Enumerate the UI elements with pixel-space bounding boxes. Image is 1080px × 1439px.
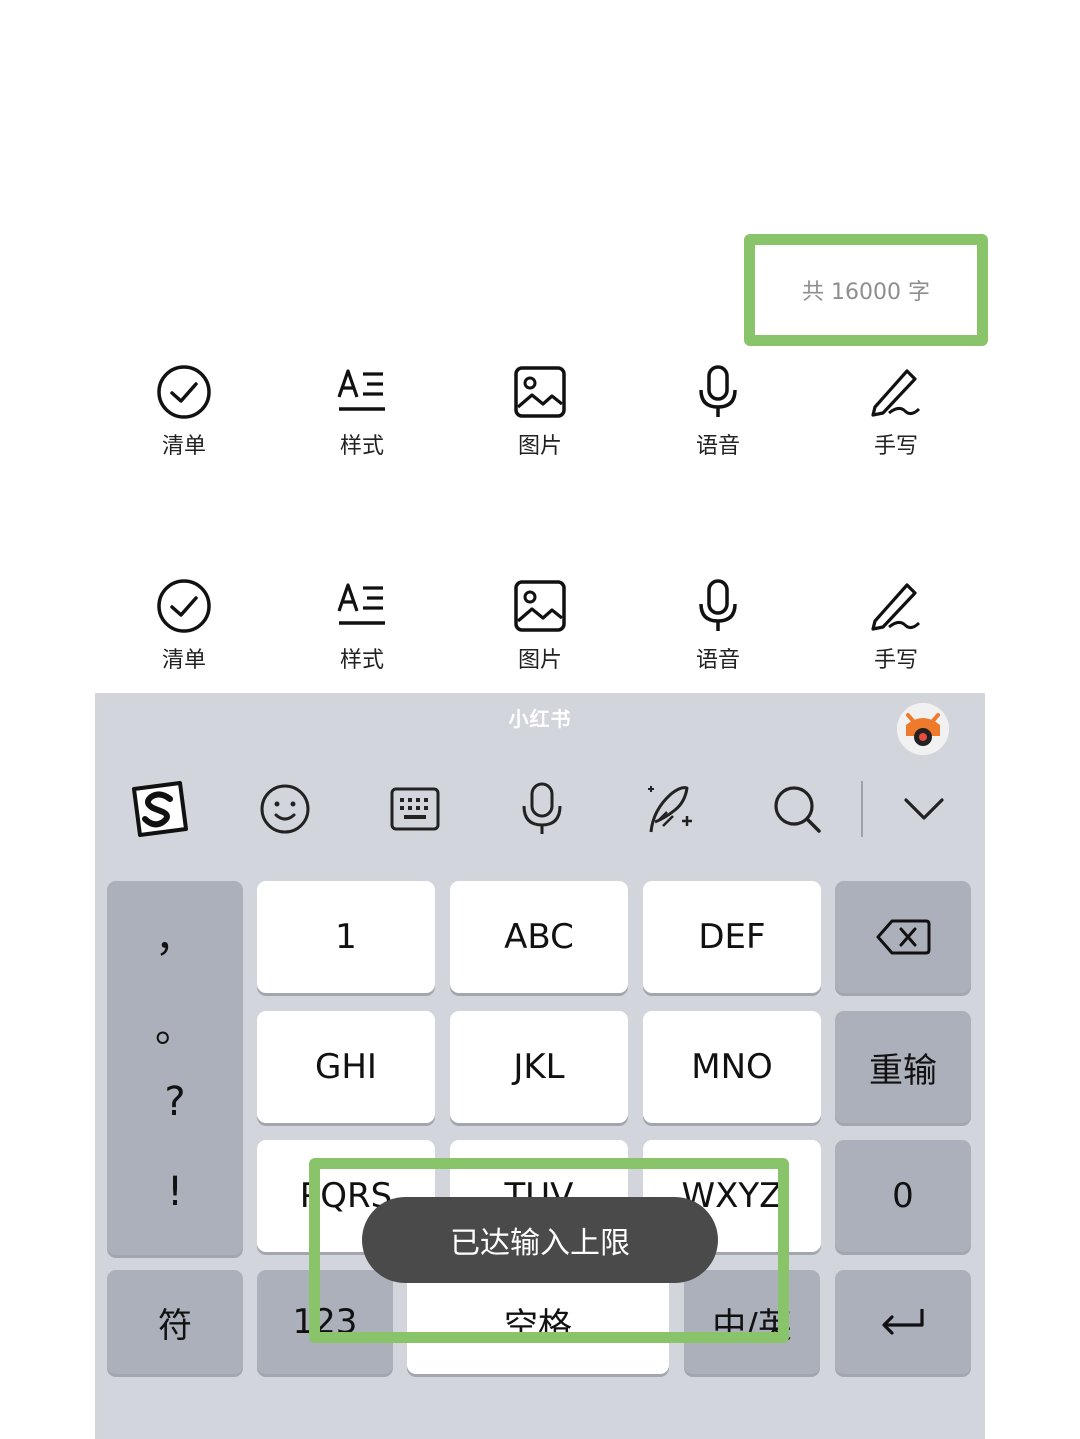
- toolbar-label: 样式: [339, 648, 384, 673]
- microphone-icon: [688, 362, 748, 422]
- toolbar-style-button[interactable]: 样式: [273, 362, 451, 472]
- ime-avatar-icon[interactable]: [897, 703, 949, 755]
- punct-question-key[interactable]: ?: [107, 1079, 243, 1125]
- toolbar-handwriting-button[interactable]: 手写: [807, 362, 985, 472]
- keyboard-icon[interactable]: [375, 773, 455, 845]
- key-0[interactable]: 0: [835, 1140, 971, 1252]
- backspace-icon: [876, 919, 931, 955]
- symbols-key[interactable]: 符: [107, 1270, 243, 1374]
- emoji-icon[interactable]: [245, 773, 325, 845]
- text-style-icon: [332, 362, 392, 422]
- key-1[interactable]: 1: [257, 881, 435, 993]
- chevron-down-icon[interactable]: [884, 773, 964, 845]
- space-key[interactable]: 空格: [407, 1270, 669, 1374]
- note-toolbar: 清单 样式 图片 语音 手写: [95, 362, 985, 472]
- sogou-logo-icon[interactable]: [119, 773, 199, 845]
- toolbar-checklist-button[interactable]: 清单: [95, 576, 273, 686]
- toolbar-image-button[interactable]: 图片: [451, 576, 629, 686]
- punct-comma-key[interactable]: ，: [107, 905, 243, 963]
- backspace-key[interactable]: [835, 881, 971, 993]
- handwriting-icon[interactable]: [630, 773, 710, 845]
- punct-period-key[interactable]: 。: [107, 995, 243, 1053]
- microphone-icon[interactable]: [502, 773, 582, 845]
- toolbar-label: 语音: [695, 434, 740, 459]
- search-icon[interactable]: [757, 773, 837, 845]
- toolbar-label: 图片: [517, 434, 562, 459]
- toolbar-voice-button[interactable]: 语音: [629, 576, 807, 686]
- key-abc[interactable]: ABC: [450, 881, 628, 993]
- input-limit-toast: 已达输入上限: [362, 1197, 718, 1283]
- image-icon: [510, 576, 570, 636]
- key-ghi[interactable]: GHI: [257, 1011, 435, 1123]
- image-icon: [510, 362, 570, 422]
- lang-switch-key[interactable]: 中/英: [684, 1270, 820, 1374]
- toast-message: 已达输入上限: [450, 1226, 630, 1261]
- toolbar-style-button[interactable]: 样式: [273, 576, 451, 686]
- punct-exclaim-key[interactable]: !: [107, 1169, 243, 1215]
- ime-toolbar: [95, 773, 985, 845]
- char-count-highlight: 共 16000 字: [744, 234, 988, 346]
- handwriting-icon: [866, 362, 926, 422]
- microphone-icon: [688, 576, 748, 636]
- toolbar-label: 手写: [873, 648, 918, 673]
- toolbar-handwriting-button[interactable]: 手写: [807, 576, 985, 686]
- toolbar-divider: [861, 781, 863, 837]
- note-toolbar: 清单 样式 图片 语音 手写: [95, 576, 985, 686]
- toolbar-label: 样式: [339, 434, 384, 459]
- watermark-brand: 小红书: [508, 707, 572, 731]
- toolbar-label: 图片: [517, 648, 562, 673]
- checklist-icon: [154, 362, 214, 422]
- key-def[interactable]: DEF: [643, 881, 821, 993]
- enter-icon: [882, 1309, 924, 1335]
- toolbar-label: 清单: [161, 648, 206, 673]
- char-count-label: 共 16000 字: [802, 280, 930, 305]
- toolbar-label: 语音: [695, 648, 740, 673]
- toolbar-image-button[interactable]: 图片: [451, 362, 629, 472]
- handwriting-icon: [866, 576, 926, 636]
- toolbar-checklist-button[interactable]: 清单: [95, 362, 273, 472]
- toolbar-voice-button[interactable]: 语音: [629, 362, 807, 472]
- checklist-icon: [154, 576, 214, 636]
- key-mno[interactable]: MNO: [643, 1011, 821, 1123]
- numbers-key[interactable]: 123: [257, 1270, 393, 1374]
- toolbar-label: 手写: [873, 434, 918, 459]
- reinput-key[interactable]: 重输: [835, 1011, 971, 1123]
- toolbar-label: 清单: [161, 434, 206, 459]
- punctuation-column: ， 。 ? !: [107, 881, 243, 1255]
- enter-key[interactable]: [835, 1270, 971, 1374]
- key-jkl[interactable]: JKL: [450, 1011, 628, 1123]
- text-style-icon: [332, 576, 392, 636]
